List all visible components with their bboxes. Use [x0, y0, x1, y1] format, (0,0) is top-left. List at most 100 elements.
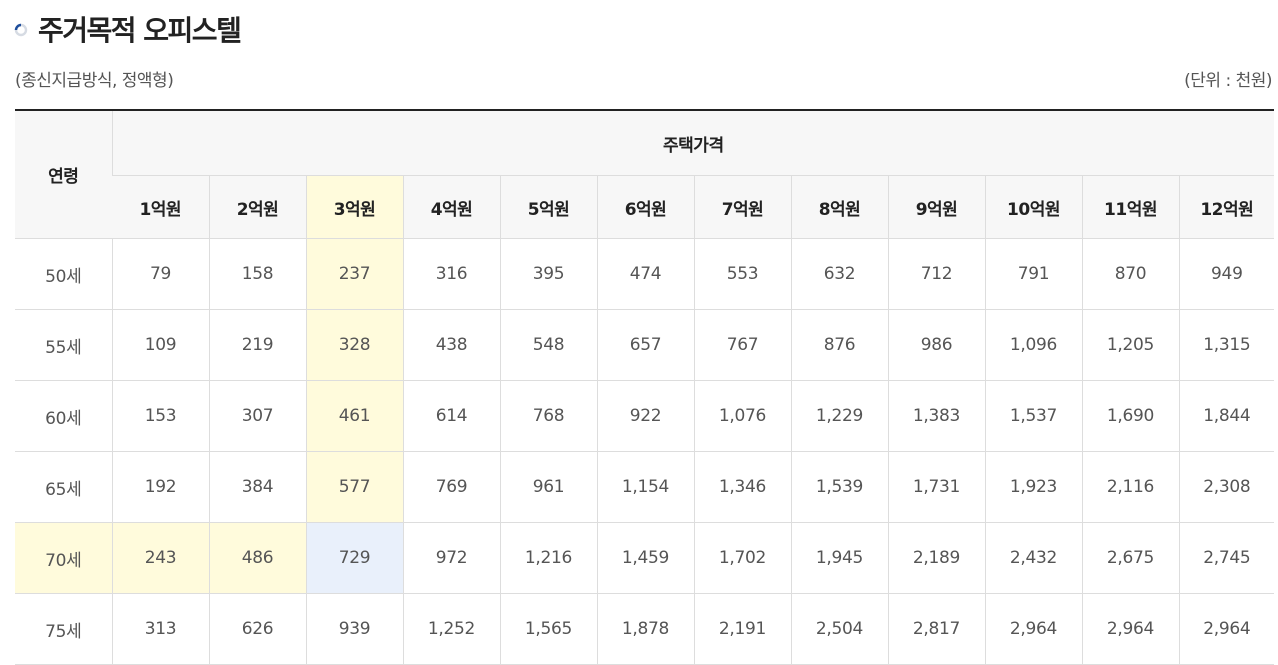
- value-cell: 768: [499, 380, 597, 452]
- value-cell: 632: [790, 238, 888, 310]
- value-cell: 79: [111, 238, 209, 310]
- value-cell: 657: [596, 309, 694, 381]
- value-cell: 548: [499, 309, 597, 381]
- price-column-header: 2억원: [208, 175, 306, 239]
- value-cell: 461: [305, 380, 403, 452]
- value-cell: 474: [596, 238, 694, 310]
- age-cell: 75세: [15, 593, 112, 665]
- value-cell: 553: [693, 238, 791, 310]
- price-header-row: 1억원 2억원 3억원 4억원 5억원 6억원 7억원 8억원 9억원 10억원 11억원 12억원: [15, 175, 1275, 239]
- value-cell: 2,308: [1178, 451, 1275, 523]
- age-cell: 55세: [15, 309, 112, 381]
- price-column-header: 9억원: [887, 175, 985, 239]
- value-cell: 109: [111, 309, 209, 381]
- value-cell: 1,459: [596, 522, 694, 594]
- value-cell: 1,731: [887, 451, 985, 523]
- value-cell: 1,315: [1178, 309, 1275, 381]
- price-column-header: 10억원: [984, 175, 1082, 239]
- value-cell: 626: [208, 593, 306, 665]
- value-cell: 2,964: [1081, 593, 1179, 665]
- value-cell: 316: [402, 238, 500, 310]
- age-cell: 50세: [15, 238, 112, 310]
- value-cell: 2,189: [887, 522, 985, 594]
- value-cell: 2,817: [887, 593, 985, 665]
- value-cell: 1,945: [790, 522, 888, 594]
- age-cell: 70세: [15, 522, 112, 594]
- value-cell: 243: [111, 522, 209, 594]
- value-cell: 769: [402, 451, 500, 523]
- value-cell: 1,878: [596, 593, 694, 665]
- price-group-header: 주택가격: [111, 110, 1275, 176]
- pension-table: 연령 주택가격 1억원 2억원 3억원 4억원 5억원 6억원 7억원 8억원 9억원 10억원 1…: [15, 109, 1275, 665]
- value-cell: 219: [208, 309, 306, 381]
- price-column-header: 6억원: [596, 175, 694, 239]
- value-cell: 1,690: [1081, 380, 1179, 452]
- value-cell: 1,252: [402, 593, 500, 665]
- value-cell: 939: [305, 593, 403, 665]
- value-cell: 328: [305, 309, 403, 381]
- value-cell: 2,964: [1178, 593, 1275, 665]
- price-column-header: 8억원: [790, 175, 888, 239]
- value-cell: 384: [208, 451, 306, 523]
- value-cell: 1,844: [1178, 380, 1275, 452]
- age-header: 연령: [15, 110, 112, 239]
- price-column-header: 11억원: [1081, 175, 1179, 239]
- value-cell: 313: [111, 593, 209, 665]
- value-cell: 1,702: [693, 522, 791, 594]
- value-cell: 438: [402, 309, 500, 381]
- value-cell: 1,154: [596, 451, 694, 523]
- spinner-circle-icon: [14, 22, 28, 37]
- value-cell: 712: [887, 238, 985, 310]
- value-cell: 972: [402, 522, 500, 594]
- value-cell: 1,076: [693, 380, 791, 452]
- value-cell: 2,745: [1178, 522, 1275, 594]
- value-cell: 986: [887, 309, 985, 381]
- age-cell: 60세: [15, 380, 112, 452]
- table-body: 50세 79 158 237 316 395 474 553 632 712 791 870 949 55…: [15, 238, 1275, 665]
- value-cell: 2,964: [984, 593, 1082, 665]
- value-cell: 767: [693, 309, 791, 381]
- table-row: 60세 153 307 461 614 768 922 1,076 1,229 1,383 1,53…: [15, 380, 1275, 452]
- table-subtitle: (종신지급방식, 정액형): [15, 71, 174, 91]
- value-cell: 1,096: [984, 309, 1082, 381]
- value-cell: 2,116: [1081, 451, 1179, 523]
- value-cell: 158: [208, 238, 306, 310]
- value-cell: 2,675: [1081, 522, 1179, 594]
- value-cell: 1,565: [499, 593, 597, 665]
- value-cell: 307: [208, 380, 306, 452]
- price-column-header: 1억원: [112, 175, 209, 239]
- price-column-header: 4억원: [402, 175, 500, 239]
- price-column-header: 12억원: [1178, 175, 1275, 239]
- value-cell: 1,346: [693, 451, 791, 523]
- value-cell: 1,383: [887, 380, 985, 452]
- price-column-header: 3억원: [305, 175, 403, 239]
- price-column-header: 5억원: [499, 175, 597, 239]
- age-cell: 65세: [15, 451, 112, 523]
- value-cell: 876: [790, 309, 888, 381]
- value-cell: 614: [402, 380, 500, 452]
- value-cell: 922: [596, 380, 694, 452]
- price-column-header: 7억원: [693, 175, 791, 239]
- value-cell: 237: [305, 238, 403, 310]
- value-cell: 577: [305, 451, 403, 523]
- value-cell: 2,432: [984, 522, 1082, 594]
- value-cell: 192: [111, 451, 209, 523]
- value-cell: 1,216: [499, 522, 597, 594]
- value-cell: 949: [1178, 238, 1275, 310]
- value-cell: 2,504: [790, 593, 888, 665]
- value-cell: 1,537: [984, 380, 1082, 452]
- value-cell: 1,923: [984, 451, 1082, 523]
- value-cell: 153: [111, 380, 209, 452]
- value-cell: 1,229: [790, 380, 888, 452]
- table-row: 65세 192 384 577 769 961 1,154 1,346 1,539 1,731 1,…: [15, 451, 1275, 523]
- table-row: 50세 79 158 237 316 395 474 553 632 712 791 870 949: [15, 238, 1275, 310]
- table-row: 70세 243 486 729 972 1,216 1,459 1,702 1,945 2,189…: [15, 522, 1275, 594]
- value-cell: 1,205: [1081, 309, 1179, 381]
- value-cell: 729: [305, 522, 403, 594]
- value-cell: 395: [499, 238, 597, 310]
- value-cell: 1,539: [790, 451, 888, 523]
- value-cell: 870: [1081, 238, 1179, 310]
- value-cell: 791: [984, 238, 1082, 310]
- table-row: 75세 313 626 939 1,252 1,565 1,878 2,191 2,504 2,8…: [15, 593, 1275, 665]
- page-title: 주거목적 오피스텔: [38, 14, 242, 47]
